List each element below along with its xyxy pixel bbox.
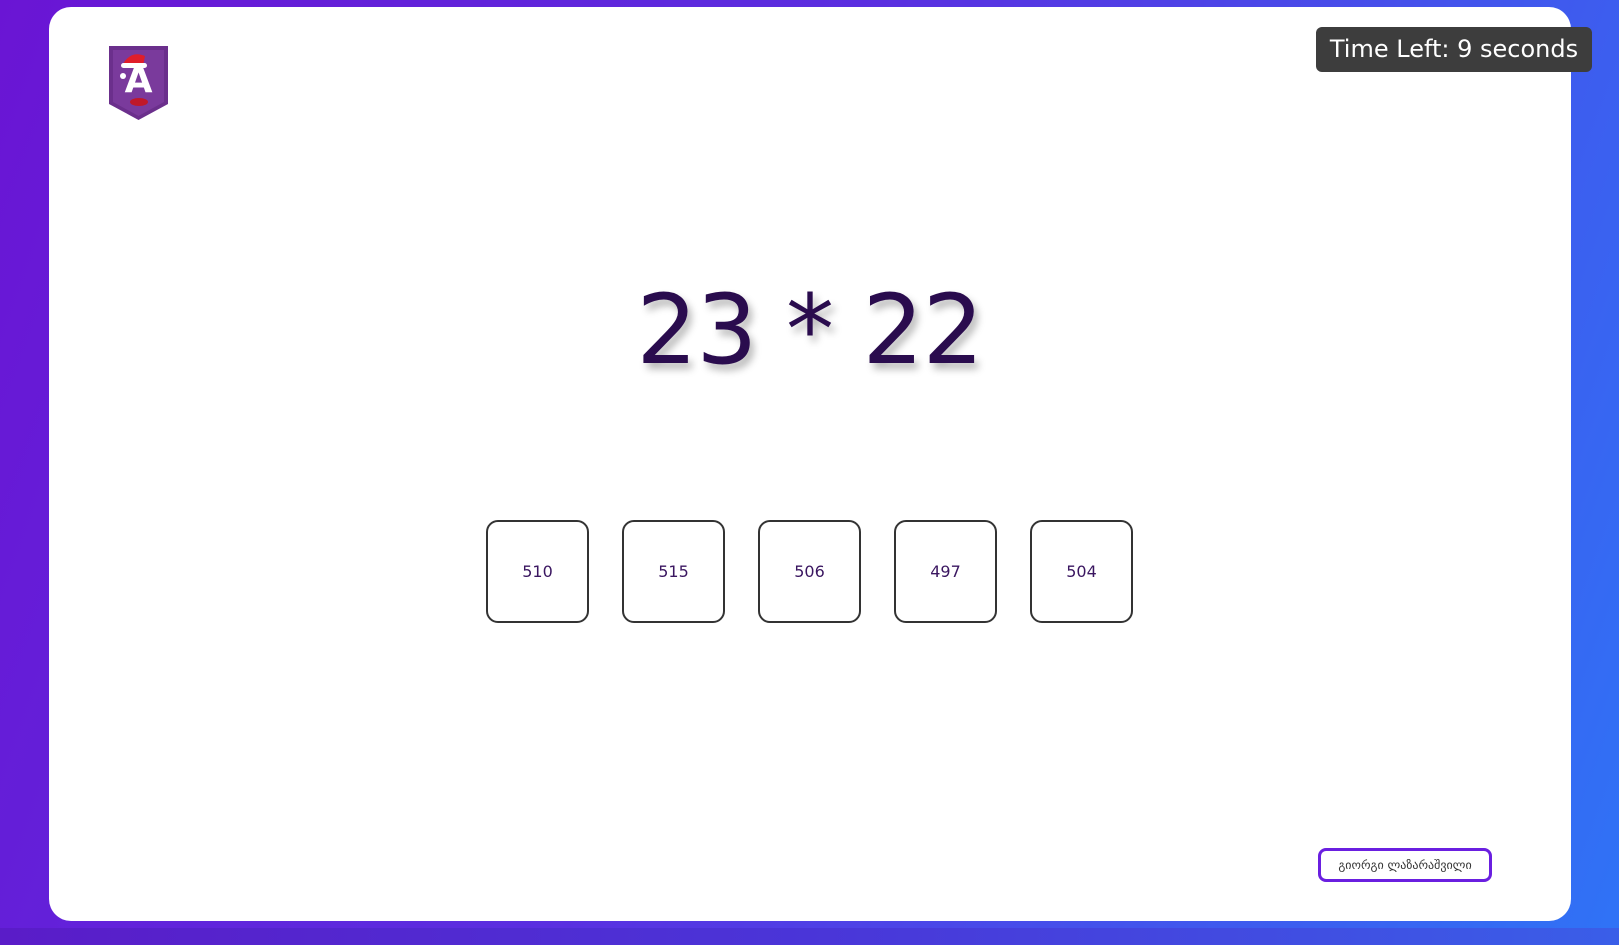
page-bottom-strip [0,928,1619,945]
answer-option-515[interactable]: 515 [622,520,725,623]
game-card [49,7,1571,921]
answer-options: 510 515 506 497 504 [486,520,1133,623]
math-question: 23 * 22 [636,274,983,386]
academy-logo-santa-hat-icon: A [109,46,168,120]
answer-option-510[interactable]: 510 [486,520,589,623]
answer-option-506[interactable]: 506 [758,520,861,623]
logo[interactable]: A [109,46,168,120]
answer-option-504[interactable]: 504 [1030,520,1133,623]
answer-option-497[interactable]: 497 [894,520,997,623]
author-badge[interactable]: გიორგი ლაზარაშვილი [1318,848,1492,882]
time-left-display: Time Left: 9 seconds [1316,27,1592,72]
